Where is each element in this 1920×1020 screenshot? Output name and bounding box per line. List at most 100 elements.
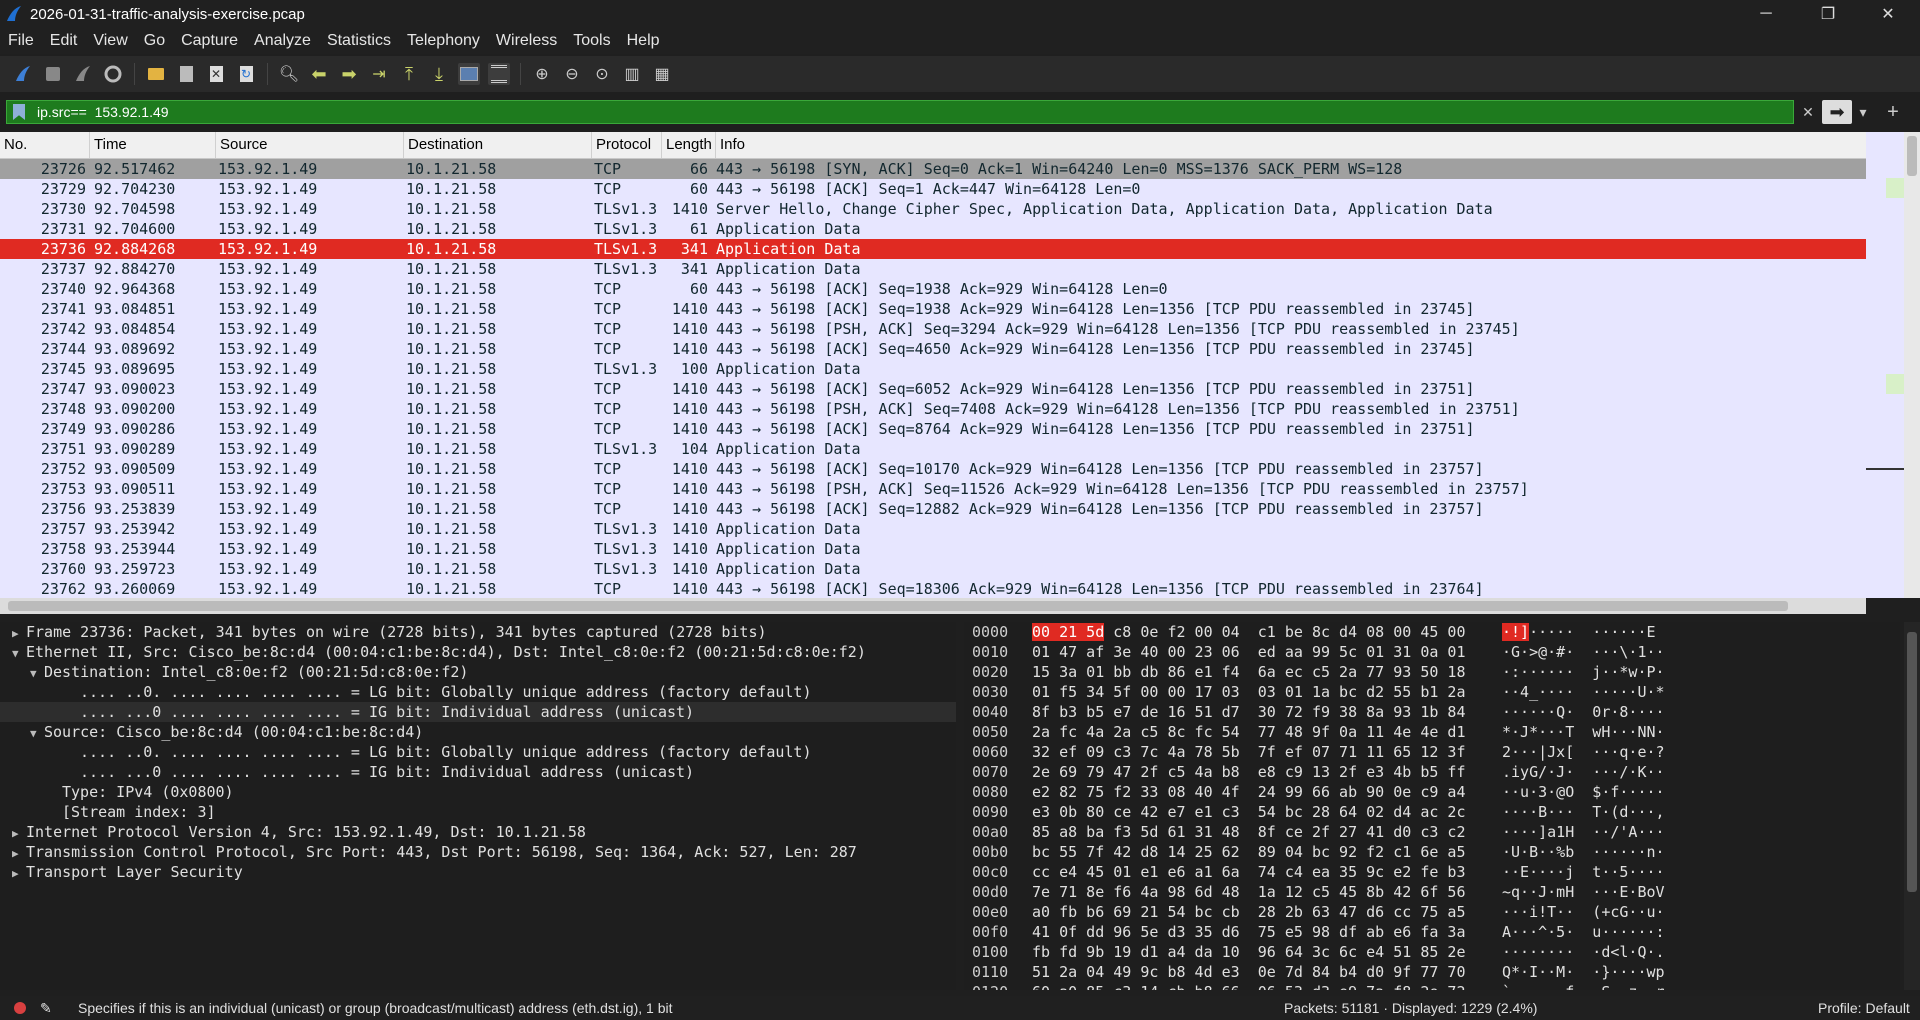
collapsed-arrow-icon[interactable]: ▶: [12, 844, 26, 864]
packet-bytes-scrollbar[interactable]: [1904, 622, 1920, 990]
menu-help[interactable]: Help: [619, 28, 668, 54]
restart-capture-icon[interactable]: [72, 63, 94, 85]
packet-row[interactable]: 23762 93.260069 153.92.1.49 10.1.21.58 TCP 14…: [0, 579, 1866, 598]
hex-row[interactable]: 00c0 cc e4 45 01 e1 e6 a1 6a 74 c4 ea 35 …: [964, 862, 1900, 882]
menu-go[interactable]: Go: [136, 28, 173, 54]
menu-analyze[interactable]: Analyze: [246, 28, 319, 54]
maximize-button[interactable]: ❐: [1800, 0, 1856, 28]
detail-tree-row[interactable]: [Stream index: 3]: [0, 802, 956, 822]
hex-row[interactable]: 00a0 85 a8 ba f3 5d 61 31 48 8f ce 2f 27 …: [964, 822, 1900, 842]
hex-row[interactable]: 00d0 7e 71 8e f6 4a 98 6d 48 1a 12 c5 45 …: [964, 882, 1900, 902]
zoom-normal-icon[interactable]: ⊙: [591, 63, 613, 85]
packet-row[interactable]: 23726 92.517462 153.92.1.49 10.1.21.58 TCP 66…: [0, 159, 1866, 179]
packet-row[interactable]: 23751 93.090289 153.92.1.49 10.1.21.58 TLSv1…: [0, 439, 1866, 459]
find-packet-icon[interactable]: 🔍︎: [278, 63, 300, 85]
minimize-button[interactable]: ─: [1738, 0, 1794, 28]
collapsed-arrow-icon[interactable]: ▶: [12, 624, 26, 644]
close-button[interactable]: ✕: [1860, 0, 1916, 28]
column-header-source[interactable]: Source: [216, 132, 404, 158]
packet-row[interactable]: 23753 93.090511 153.92.1.49 10.1.21.58 TCP 14…: [0, 479, 1866, 499]
menu-telephony[interactable]: Telephony: [399, 28, 488, 54]
menu-edit[interactable]: Edit: [42, 28, 86, 54]
detail-tree-row[interactable]: .... ...0 .... .... .... .... = IG bit: …: [0, 702, 956, 722]
filter-bookmark-icon[interactable]: [13, 104, 25, 120]
expanded-arrow-icon[interactable]: ▼: [30, 724, 44, 744]
detail-tree-row[interactable]: ▶ Transport Layer Security: [0, 862, 956, 882]
display-filter-input[interactable]: [35, 103, 1739, 121]
packet-row[interactable]: 23758 93.253944 153.92.1.49 10.1.21.58 TLSv1…: [0, 539, 1866, 559]
packet-row[interactable]: 23748 93.090200 153.92.1.49 10.1.21.58 TCP 14…: [0, 399, 1866, 419]
packet-row[interactable]: 23740 92.964368 153.92.1.49 10.1.21.58 TCP 60…: [0, 279, 1866, 299]
hex-row[interactable]: 00f0 41 0f dd 96 5e d3 35 d6 75 e5 98 df …: [964, 922, 1900, 942]
filter-history-dropdown-icon[interactable]: ▾: [1854, 100, 1872, 124]
colorize-icon[interactable]: [488, 63, 510, 85]
packet-row[interactable]: 23747 93.090023 153.92.1.49 10.1.21.58 TCP 14…: [0, 379, 1866, 399]
column-header-protocol[interactable]: Protocol: [592, 132, 662, 158]
expanded-arrow-icon[interactable]: ▼: [12, 644, 26, 664]
go-first-packet-icon[interactable]: ⤒: [398, 63, 420, 85]
detail-tree-row[interactable]: ▼ Source: Cisco_be:8c:d4 (00:04:c1:be:8c:…: [0, 722, 956, 742]
profile-label[interactable]: Profile: Default: [1818, 996, 1910, 1020]
packet-row[interactable]: 23729 92.704230 153.92.1.49 10.1.21.58 TCP 60…: [0, 179, 1866, 199]
hex-row[interactable]: 0020 15 3a 01 bb db 86 e1 f4 6a ec c5 2a …: [964, 662, 1900, 682]
hex-row[interactable]: 0040 8f b3 b5 e7 de 16 51 d7 30 72 f9 38 …: [964, 702, 1900, 722]
detail-tree-row[interactable]: .... ...0 .... .... .... .... = IG bit: …: [0, 762, 956, 782]
apply-filter-icon[interactable]: ➡: [1822, 100, 1852, 124]
packet-row[interactable]: 23730 92.704598 153.92.1.49 10.1.21.58 TLSv1…: [0, 199, 1866, 219]
packet-row[interactable]: 23741 93.084851 153.92.1.49 10.1.21.58 TCP 14…: [0, 299, 1866, 319]
packet-row[interactable]: 23752 93.090509 153.92.1.49 10.1.21.58 TCP 14…: [0, 459, 1866, 479]
menu-tools[interactable]: Tools: [565, 28, 618, 54]
hex-row[interactable]: 0010 01 47 af 3e 40 00 23 06 ed aa 99 5c …: [964, 642, 1900, 662]
hex-row[interactable]: 00e0 a0 fb b6 69 21 54 bc cb 28 2b 63 47 …: [964, 902, 1900, 922]
detail-tree-row[interactable]: .... ..0. .... .... .... .... = LG bit: …: [0, 682, 956, 702]
menu-wireless[interactable]: Wireless: [488, 28, 565, 54]
hex-row[interactable]: 0090 e3 0b 80 ce 42 e7 e1 c3 54 bc 28 64 …: [964, 802, 1900, 822]
column-header-destination[interactable]: Destination: [404, 132, 592, 158]
go-last-packet-icon[interactable]: ⤓: [428, 63, 450, 85]
hex-row[interactable]: 0110 51 2a 04 49 9c b8 4d e3 0e 7d 84 b4 …: [964, 962, 1900, 982]
hex-row[interactable]: 0080 e2 82 75 f2 33 08 40 4f 24 99 66 ab …: [964, 782, 1900, 802]
auto-scroll-icon[interactable]: [458, 63, 480, 85]
menu-view[interactable]: View: [85, 28, 135, 54]
hex-row[interactable]: 0060 32 ef 09 c3 7c 4a 78 5b 7f ef 07 71 …: [964, 742, 1900, 762]
packet-list-vertical-scrollbar[interactable]: [1904, 132, 1920, 598]
expanded-arrow-icon[interactable]: ▼: [30, 664, 44, 684]
column-header-length[interactable]: Length: [662, 132, 716, 158]
packet-row[interactable]: 23757 93.253942 153.92.1.49 10.1.21.58 TLSv1…: [0, 519, 1866, 539]
menu-capture[interactable]: Capture: [173, 28, 246, 54]
stop-capture-icon[interactable]: [42, 63, 64, 85]
collapsed-arrow-icon[interactable]: ▶: [12, 864, 26, 884]
detail-tree-row[interactable]: ▶ Frame 23736: Packet, 341 bytes on wire …: [0, 622, 956, 642]
go-back-icon[interactable]: ⬅: [308, 63, 330, 85]
pane-splitter[interactable]: [0, 614, 1920, 622]
layout-icon[interactable]: ▦: [651, 63, 673, 85]
packet-row[interactable]: 23731 92.704600 153.92.1.49 10.1.21.58 TLSv1…: [0, 219, 1866, 239]
packet-row[interactable]: 23736 92.884268 153.92.1.49 10.1.21.58 TLSv1…: [0, 239, 1866, 259]
open-file-icon[interactable]: [145, 63, 167, 85]
packet-row[interactable]: 23760 93.259723 153.92.1.49 10.1.21.58 TLSv1…: [0, 559, 1866, 579]
packet-minimap[interactable]: [1866, 132, 1904, 598]
hex-row[interactable]: 0070 2e 69 79 47 2f c5 4a b8 e8 c9 13 2f …: [964, 762, 1900, 782]
detail-tree-row[interactable]: ▶ Transmission Control Protocol, Src Port…: [0, 842, 956, 862]
details-bytes-splitter[interactable]: [956, 622, 964, 990]
zoom-in-icon[interactable]: ⊕: [531, 63, 553, 85]
hex-row[interactable]: 0030 01 f5 34 5f 00 00 17 03 03 01 1a bc …: [964, 682, 1900, 702]
hex-row[interactable]: 00b0 bc 55 7f 42 d8 14 25 62 89 04 bc 92 …: [964, 842, 1900, 862]
detail-tree-row[interactable]: .... ..0. .... .... .... .... = LG bit: …: [0, 742, 956, 762]
go-to-packet-icon[interactable]: ⇥: [368, 63, 390, 85]
packet-row[interactable]: 23737 92.884270 153.92.1.49 10.1.21.58 TLSv1…: [0, 259, 1866, 279]
hex-row[interactable]: 012060 a0 85 c3 14 cb b8 66 06 53 d3 e9 …: [964, 982, 1900, 990]
add-filter-button-icon[interactable]: +: [1878, 100, 1908, 124]
menu-file[interactable]: File: [0, 28, 42, 54]
hex-row[interactable]: 0050 2a fc 4a 2a c5 8c fc 54 77 48 9f 0a …: [964, 722, 1900, 742]
detail-tree-row[interactable]: Type: IPv4 (0x0800): [0, 782, 956, 802]
save-file-icon[interactable]: [175, 63, 197, 85]
packet-list-horizontal-scrollbar[interactable]: [0, 598, 1866, 614]
expert-info-icon[interactable]: [14, 1002, 26, 1014]
capture-options-icon[interactable]: [102, 63, 124, 85]
reload-file-icon[interactable]: ↻: [235, 63, 257, 85]
menu-statistics[interactable]: Statistics: [319, 28, 399, 54]
hex-row[interactable]: 0100 fb fd 9b 19 d1 a4 da 10 96 64 3c 6c …: [964, 942, 1900, 962]
column-header-no[interactable]: No.: [0, 132, 90, 158]
detail-tree-row[interactable]: ▼ Destination: Intel_c8:0e:f2 (00:21:5d:c…: [0, 662, 956, 682]
